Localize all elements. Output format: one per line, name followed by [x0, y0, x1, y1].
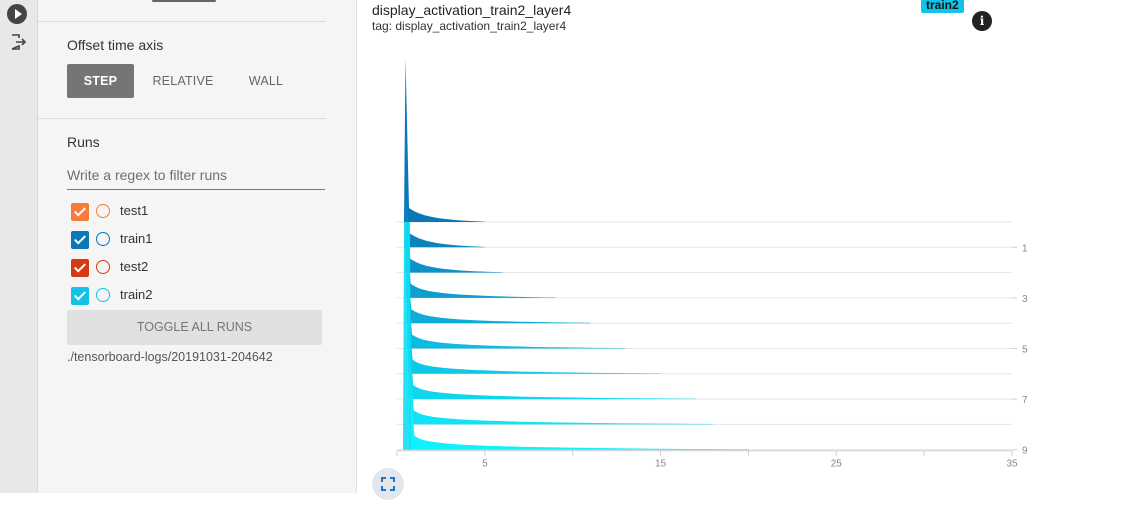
histogram-step-0 [404, 58, 485, 222]
offset-step-button[interactable]: STEP [67, 64, 134, 98]
divider [38, 21, 326, 22]
run-checkbox[interactable] [71, 259, 89, 277]
x-tick-label: 35 [1006, 459, 1018, 470]
expand-button[interactable] [372, 468, 404, 500]
sidebar: Offset time axis STEP RELATIVE WALL Runs… [38, 0, 357, 493]
histogram-stack-edge [403, 222, 411, 450]
runs-label: Runs [67, 134, 100, 150]
run-filter-field[interactable] [67, 164, 325, 190]
run-color-swatch[interactable] [96, 260, 110, 274]
histogram-chart: 5 15 25 3513579 [396, 58, 1028, 470]
expand-icon [381, 477, 395, 491]
run-color-swatch[interactable] [96, 288, 110, 302]
run-color-swatch[interactable] [96, 204, 110, 218]
card-title: display_activation_train2_layer4 [372, 2, 572, 18]
run-checkbox[interactable] [71, 287, 89, 305]
y-tick-label: 1 [1022, 243, 1028, 254]
run-name: train2 [120, 287, 153, 302]
card-tag: tag: display_activation_train2_layer4 [372, 19, 567, 33]
info-icon[interactable]: i [972, 11, 992, 31]
run-chip: train2 [921, 0, 964, 13]
y-tick-label: 5 [1022, 345, 1028, 356]
y-tick-label: 9 [1022, 446, 1028, 457]
tab-indicator [152, 0, 216, 2]
histogram-card: 5 15 25 35 1 3 5 7 9 display_activation_train2_l… [357, 0, 1135, 500]
run-name: test2 [120, 259, 149, 274]
x-tick-label: 5 [482, 459, 488, 470]
offset-wall-button[interactable]: WALL [234, 64, 298, 98]
toggle-all-runs-button[interactable]: TOGGLE ALL RUNS [67, 310, 322, 345]
run-checkbox[interactable] [71, 231, 89, 249]
run-filter-input[interactable] [67, 167, 325, 183]
y-tick-label: 7 [1022, 395, 1028, 406]
exit-icon[interactable] [9, 33, 27, 51]
run-color-swatch[interactable] [96, 232, 110, 246]
x-tick-label: 15 [655, 459, 667, 470]
x-tick-label: 25 [831, 459, 843, 470]
log-directory: ./tensorboard-logs/20191031-204642 [67, 350, 273, 364]
run-checkbox[interactable] [71, 203, 89, 221]
run-name: train1 [120, 231, 153, 246]
offset-time-axis-label: Offset time axis [67, 37, 164, 53]
play-icon[interactable] [7, 4, 27, 24]
divider [38, 118, 326, 119]
y-tick-label: 3 [1022, 294, 1028, 305]
left-rail [0, 0, 38, 493]
run-name: test1 [120, 203, 149, 218]
offset-relative-button[interactable]: RELATIVE [142, 64, 224, 98]
